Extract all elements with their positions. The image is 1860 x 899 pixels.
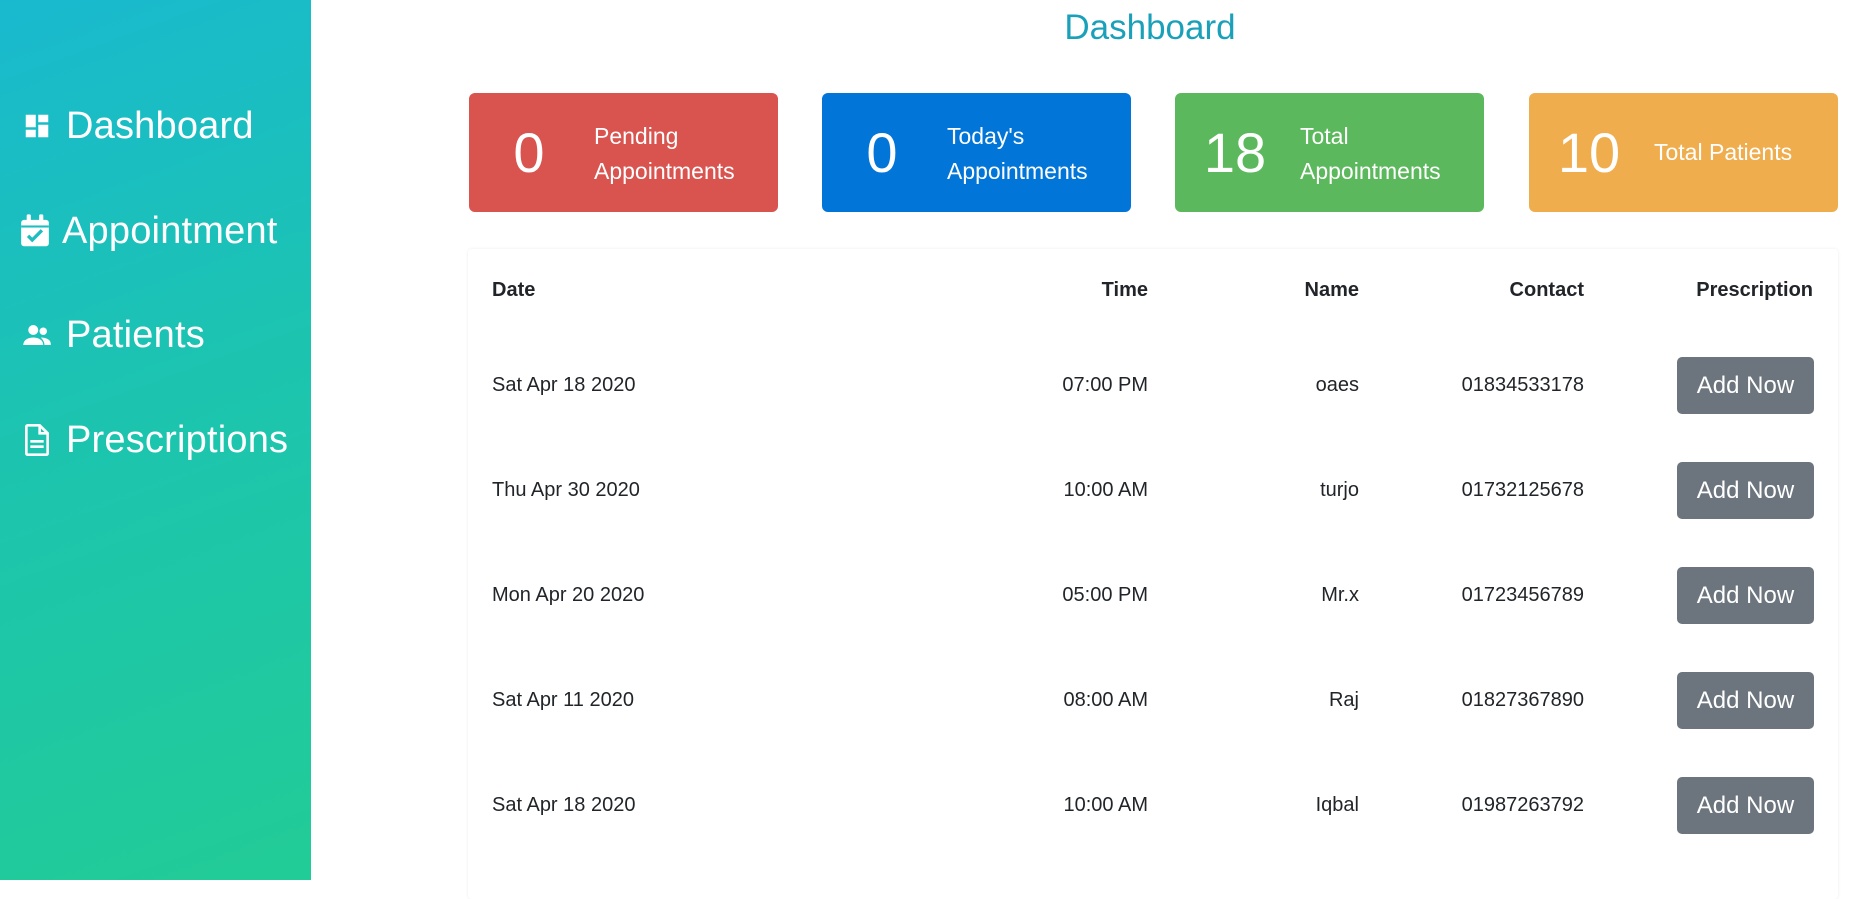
- column-header-date: Date: [492, 279, 536, 301]
- cell-name: oaes: [1315, 374, 1359, 396]
- stat-label-line: Appointments: [594, 158, 735, 184]
- cell-name: Mr.x: [1321, 584, 1359, 606]
- stat-value: 0: [513, 121, 545, 184]
- cell-contact: 01723456789: [1461, 584, 1584, 606]
- add-prescription-button[interactable]: Add Now: [1677, 672, 1814, 729]
- page-title: Dashboard: [1064, 8, 1236, 47]
- cell-name: Raj: [1328, 689, 1359, 711]
- stat-label-line: Total Patients: [1654, 139, 1793, 165]
- column-header-name: Name: [1304, 279, 1359, 301]
- stat-label-line: Pending: [594, 123, 679, 149]
- stat-label-line: Appointments: [947, 158, 1088, 184]
- document-icon: [20, 423, 54, 457]
- sidebar-item-label: Dashboard: [66, 105, 254, 147]
- sidebar-item-patients[interactable]: Patients: [0, 305, 311, 365]
- cell-date: Sat Apr 18 2020: [492, 794, 636, 816]
- total-patients-card: 10 Total Patients: [1529, 93, 1838, 212]
- sidebar-item-dashboard[interactable]: Dashboard: [0, 96, 311, 156]
- column-header-time: Time: [1101, 279, 1148, 301]
- add-prescription-button[interactable]: Add Now: [1677, 357, 1814, 414]
- sidebar-item-label: Appointment: [62, 210, 278, 252]
- cell-contact: 01732125678: [1461, 479, 1584, 501]
- stat-value: 0: [866, 121, 898, 184]
- cell-contact: 01827367890: [1461, 689, 1584, 711]
- cell-time: 05:00 PM: [1062, 584, 1148, 606]
- stat-label: Today's Appointments: [947, 119, 1122, 189]
- cell-date: Sat Apr 18 2020: [492, 374, 636, 396]
- cell-name: Iqbal: [1315, 794, 1359, 816]
- stat-value: 18: [1203, 121, 1267, 184]
- stat-label: Total Appointments: [1300, 119, 1475, 189]
- sidebar-item-prescriptions[interactable]: Prescriptions: [0, 410, 311, 470]
- appointments-table: [468, 249, 1838, 899]
- dashboard-icon: [20, 109, 54, 143]
- column-header-contact: Contact: [1509, 279, 1584, 301]
- add-prescription-button[interactable]: Add Now: [1677, 462, 1814, 519]
- sidebar-item-label: Prescriptions: [66, 419, 289, 461]
- cell-date: Sat Apr 11 2020: [492, 689, 634, 711]
- cell-time: 10:00 AM: [1063, 479, 1148, 501]
- total-appointments-card: 18 Total Appointments: [1175, 93, 1484, 212]
- cell-contact: 01987263792: [1461, 794, 1584, 816]
- cell-name: turjo: [1320, 479, 1359, 501]
- add-prescription-button[interactable]: Add Now: [1677, 567, 1814, 624]
- cell-date: Mon Apr 20 2020: [492, 584, 645, 606]
- stat-label-line: Appointments: [1300, 158, 1441, 184]
- stat-label-line: Total: [1300, 123, 1349, 149]
- sidebar-item-appointment[interactable]: Appointment: [0, 201, 311, 261]
- cell-contact: 01834533178: [1461, 374, 1584, 396]
- cell-time: 07:00 PM: [1062, 374, 1148, 396]
- sidebar-item-label: Patients: [66, 314, 205, 356]
- stat-label: Total Patients: [1654, 135, 1829, 170]
- calendar-check-icon: [18, 214, 52, 248]
- stat-label: Pending Appointments: [594, 119, 769, 189]
- stat-value: 10: [1557, 121, 1621, 184]
- cell-time: 08:00 AM: [1063, 689, 1148, 711]
- todays-appointments-card: 0 Today's Appointments: [822, 93, 1131, 212]
- sidebar: Dashboard Appointment Patients Prescript…: [0, 0, 311, 880]
- column-header-prescription: Prescription: [1696, 279, 1813, 301]
- cell-time: 10:00 AM: [1063, 794, 1148, 816]
- add-prescription-button[interactable]: Add Now: [1677, 777, 1814, 834]
- users-icon: [20, 318, 54, 352]
- cell-date: Thu Apr 30 2020: [492, 479, 640, 501]
- stat-label-line: Today's: [947, 123, 1025, 149]
- pending-appointments-card: 0 Pending Appointments: [469, 93, 778, 212]
